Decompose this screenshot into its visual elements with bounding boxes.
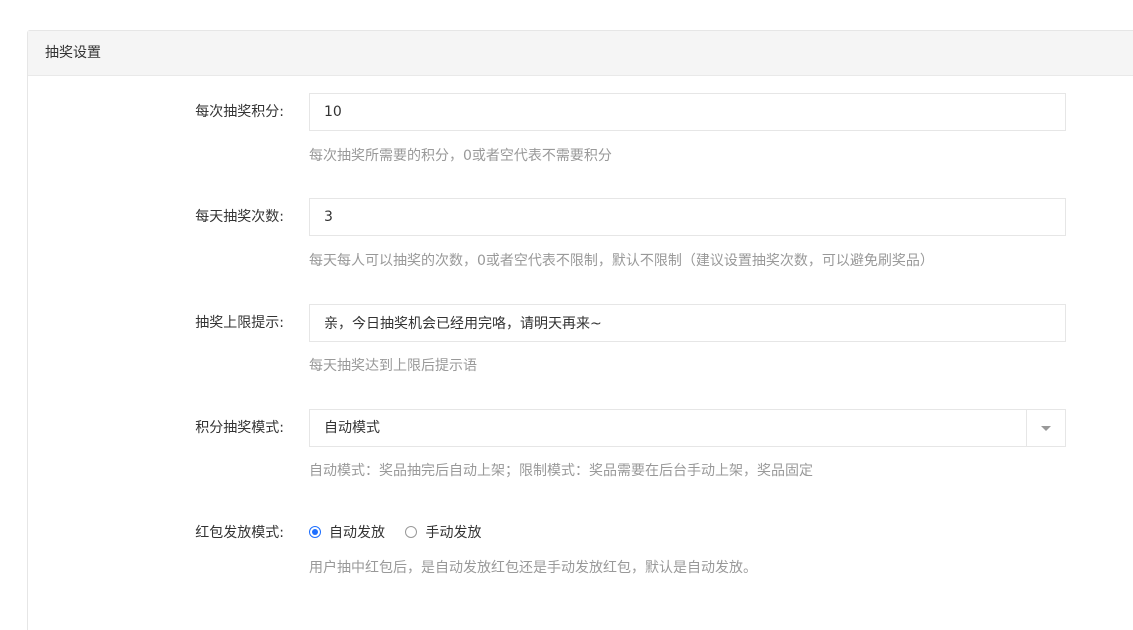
limit-message-help: 每天抽奖达到上限后提示语 bbox=[309, 358, 477, 374]
caret-down-icon bbox=[1041, 426, 1051, 431]
redpacket-mode-radio-group: 自动发放 手动发放 bbox=[309, 514, 481, 552]
limit-message-label: 抽奖上限提示: bbox=[195, 315, 284, 331]
draws-per-day-help: 每天每人可以抽奖的次数，0或者空代表不限制，默认不限制（建议设置抽奖次数，可以避… bbox=[309, 253, 934, 269]
points-mode-select[interactable]: 自动模式 bbox=[309, 409, 1066, 447]
radio-unchecked-icon[interactable] bbox=[405, 526, 418, 538]
draws-per-day-label: 每天抽奖次数: bbox=[195, 209, 284, 225]
select-toggle[interactable] bbox=[1026, 410, 1065, 446]
redpacket-mode-label: 红包发放模式: bbox=[195, 525, 284, 541]
limit-message-input[interactable] bbox=[309, 304, 1066, 342]
radio-checked-icon[interactable] bbox=[309, 526, 321, 538]
points-per-draw-help: 每次抽奖所需要的积分，0或者空代表不需要积分 bbox=[309, 148, 612, 164]
points-mode-label: 积分抽奖模式: bbox=[195, 420, 284, 436]
radio-manual-issue-label[interactable]: 手动发放 bbox=[425, 525, 481, 541]
radio-auto-issue[interactable]: 自动发放 bbox=[309, 514, 385, 552]
redpacket-mode-help: 用户抽中红包后，是自动发放红包还是手动发放红包，默认是自动发放。 bbox=[309, 560, 757, 576]
radio-auto-issue-label[interactable]: 自动发放 bbox=[329, 525, 385, 541]
points-mode-selected-value: 自动模式 bbox=[324, 420, 380, 436]
panel-title: 抽奖设置 bbox=[28, 31, 1133, 76]
draws-per-day-input[interactable] bbox=[309, 198, 1066, 236]
points-per-draw-label: 每次抽奖积分: bbox=[195, 104, 284, 120]
points-mode-help: 自动模式：奖品抽完后自动上架；限制模式：奖品需要在后台手动上架，奖品固定 bbox=[309, 463, 813, 479]
points-per-draw-input[interactable] bbox=[309, 93, 1066, 131]
radio-manual-issue[interactable]: 手动发放 bbox=[405, 514, 481, 552]
